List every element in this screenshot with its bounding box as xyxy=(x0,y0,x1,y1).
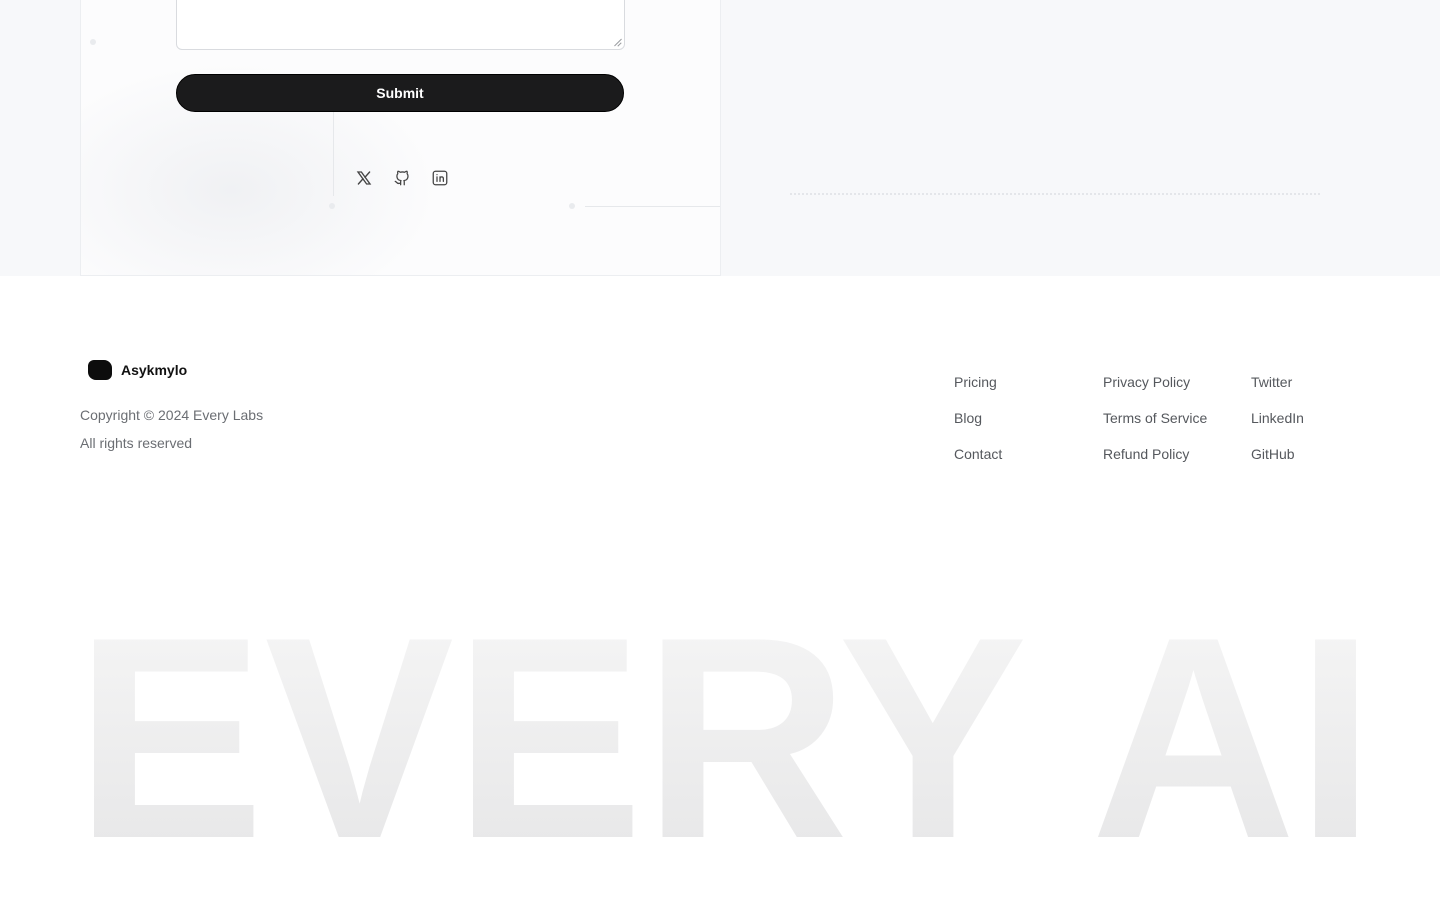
x-icon[interactable] xyxy=(354,168,374,188)
submit-button[interactable]: Submit xyxy=(176,74,624,112)
brand-logo-icon xyxy=(88,360,112,380)
footer-link-twitter[interactable]: Twitter xyxy=(1251,372,1304,408)
decor-dot xyxy=(569,203,575,209)
rights-text: All rights reserved xyxy=(80,435,193,451)
divider-horizontal xyxy=(585,206,720,207)
footer-link-refund-policy[interactable]: Refund Policy xyxy=(1103,444,1207,480)
brand-name: Asykmylo xyxy=(121,362,188,378)
decor-dot xyxy=(90,39,96,45)
copyright-text: Copyright © 2024 Every Labs xyxy=(80,407,264,423)
footer-link-github[interactable]: GitHub xyxy=(1251,444,1304,480)
contact-section: Submit xyxy=(0,0,1440,276)
footer-link-contact[interactable]: Contact xyxy=(954,444,1002,480)
footer-link-pricing[interactable]: Pricing xyxy=(954,372,1002,408)
footer-link-linkedin[interactable]: LinkedIn xyxy=(1251,408,1304,444)
message-textarea[interactable] xyxy=(176,0,625,50)
footer-link-privacy-policy[interactable]: Privacy Policy xyxy=(1103,372,1207,408)
github-icon[interactable] xyxy=(392,168,412,188)
footer-legal: Copyright © 2024 Every Labs All rights r… xyxy=(80,401,263,457)
divider-vertical xyxy=(333,112,334,196)
footer-column-social: Twitter LinkedIn GitHub xyxy=(1251,372,1304,480)
footer-wordmark: EVERY AI xyxy=(70,600,1380,860)
decor-dotted-line xyxy=(790,193,1320,195)
social-links xyxy=(354,168,450,188)
decor-dot xyxy=(329,203,335,209)
footer-link-blog[interactable]: Blog xyxy=(954,408,1002,444)
resize-handle-icon[interactable] xyxy=(613,38,621,46)
wordmark-text: EVERY AI xyxy=(75,600,1375,860)
footer-brand[interactable]: Asykmylo xyxy=(88,360,187,380)
footer-column-legal: Privacy Policy Terms of Service Refund P… xyxy=(1103,372,1207,480)
linkedin-icon[interactable] xyxy=(430,168,450,188)
footer-column-product: Pricing Blog Contact xyxy=(954,372,1002,480)
footer-link-terms-of-service[interactable]: Terms of Service xyxy=(1103,408,1207,444)
